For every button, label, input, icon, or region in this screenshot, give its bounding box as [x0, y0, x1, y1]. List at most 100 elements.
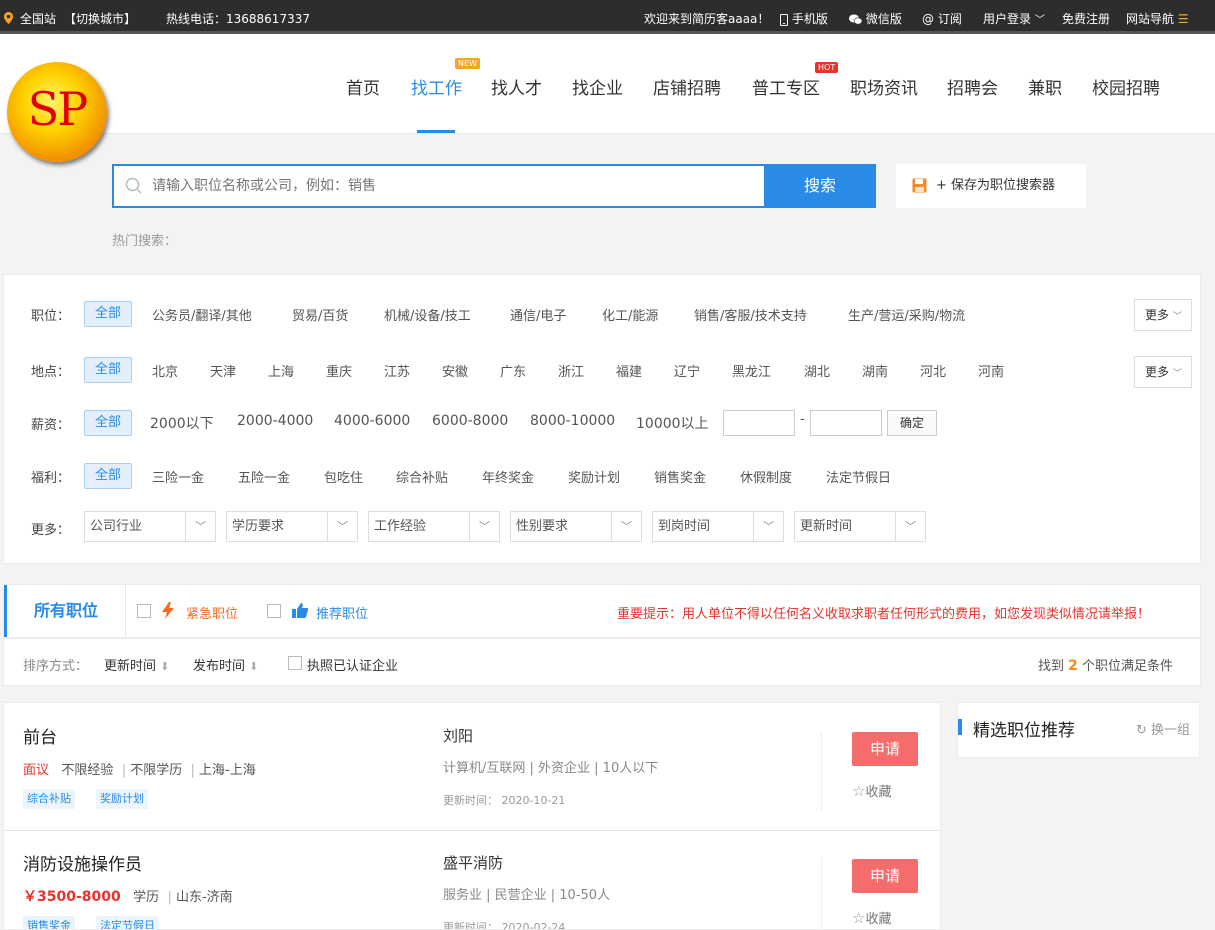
filter-option[interactable]: 通信/电子 — [510, 305, 566, 324]
switch-city-link[interactable]: 【切换城市】 — [64, 10, 136, 27]
filter-option[interactable]: 天津 — [210, 361, 236, 380]
filter-panel: 职位： 全部 公务员/翻译/其他 贸易/百货 机械/设备/技工 通信/电子 化工… — [3, 274, 1201, 564]
filter-option[interactable]: 法定节假日 — [826, 467, 891, 486]
licensed-checkbox[interactable] — [288, 656, 302, 670]
filter-option[interactable]: 黑龙江 — [732, 361, 771, 380]
filter-option[interactable]: 公务员/翻译/其他 — [152, 305, 252, 324]
filter-option[interactable]: 安徽 — [442, 361, 468, 380]
filter-option[interactable]: 奖励计划 — [568, 467, 620, 486]
search-input[interactable] — [152, 166, 762, 206]
nav-find-talent[interactable]: 找人才 — [491, 74, 542, 99]
filter-option[interactable]: 机械/设备/技工 — [384, 305, 471, 324]
update-time-dropdown[interactable]: 更新时间 ﹀ — [794, 511, 926, 542]
education-dropdown[interactable]: 学历要求 ﹀ — [226, 511, 358, 542]
nav-find-company[interactable]: 找企业 — [572, 74, 623, 99]
nav-home[interactable]: 首页 — [346, 74, 380, 99]
job-card[interactable]: 前台 面议 不限经验 | 不限学历 | 上海-上海 综合补贴 奖励计划 刘阳 计… — [4, 703, 940, 831]
update-time: 更新时间： 2020-10-21 — [443, 794, 566, 807]
gender-dropdown[interactable]: 性别要求 ﹀ — [510, 511, 642, 542]
save-search-button[interactable]: + 保存为职位搜索器 — [896, 164, 1086, 208]
site-nav-link[interactable]: 网站导航 ☰ — [1126, 10, 1189, 27]
subscribe-link[interactable]: @ 订阅 — [922, 10, 962, 27]
search-button[interactable]: 搜索 — [764, 164, 876, 208]
recommend-label[interactable]: 推荐职位 — [316, 603, 368, 622]
nav-job-fair[interactable]: 招聘会 — [947, 74, 998, 99]
urgent-checkbox[interactable] — [137, 604, 151, 618]
filter-option[interactable]: 湖北 — [804, 361, 830, 380]
filter-option[interactable]: 贸易/百货 — [292, 305, 348, 324]
filter-option[interactable]: 8000-10000 — [530, 413, 615, 429]
filter-option[interactable]: 化工/能源 — [602, 305, 658, 324]
company-name[interactable]: 刘阳 — [443, 725, 473, 746]
filter-option-selected[interactable]: 全部 — [84, 463, 133, 489]
start-time-dropdown[interactable]: 到岗时间 ﹀ — [652, 511, 784, 542]
filter-option[interactable]: 10000以上 — [636, 413, 709, 433]
nav-campus[interactable]: 校园招聘 — [1092, 74, 1160, 99]
nav-store-recruit[interactable]: 店铺招聘 — [653, 74, 721, 99]
filter-option[interactable]: 综合补贴 — [396, 467, 448, 486]
filter-option[interactable]: 年终奖金 — [482, 467, 534, 486]
favorite-button[interactable]: ☆收藏 — [852, 908, 891, 927]
wechat-link[interactable]: 微信版 — [849, 10, 902, 27]
salary-min-input[interactable] — [723, 410, 795, 436]
job-title[interactable]: 消防设施操作员 — [23, 850, 142, 875]
filter-option[interactable]: 河北 — [920, 361, 946, 380]
job-title[interactable]: 前台 — [23, 723, 57, 748]
job-salary: 面议 — [23, 763, 50, 778]
site-logo[interactable]: SP — [7, 62, 107, 162]
filter-option[interactable]: 2000-4000 — [237, 413, 313, 429]
chevron-down-icon: ﹀ — [611, 512, 641, 541]
filter-option[interactable]: 浙江 — [558, 361, 584, 380]
login-link[interactable]: 用户登录 ﹀ — [983, 10, 1045, 27]
mobile-link[interactable]: 手机版 — [780, 10, 828, 27]
filter-option[interactable]: 休假制度 — [740, 467, 792, 486]
filter-option[interactable]: 湖南 — [862, 361, 888, 380]
filter-option[interactable]: 6000-8000 — [432, 413, 508, 429]
location-pin-icon — [4, 10, 13, 24]
filter-option[interactable]: 三险一金 — [152, 467, 204, 486]
urgent-label[interactable]: 紧急职位 — [186, 603, 238, 622]
sort-publish-time[interactable]: 发布时间 ⬇ — [193, 655, 258, 674]
filter-option[interactable]: 重庆 — [326, 361, 352, 380]
filter-option[interactable]: 五险一金 — [238, 467, 290, 486]
job-card[interactable]: 消防设施操作员 ￥3500-8000 学历 | 山东-济南 销售奖金 法定节假日… — [4, 830, 940, 929]
register-link[interactable]: 免费注册 — [1062, 10, 1110, 27]
sort-update-time[interactable]: 更新时间 ⬇ — [104, 655, 169, 674]
industry-dropdown[interactable]: 公司行业 ﹀ — [84, 511, 216, 542]
tab-all-jobs[interactable]: 所有职位 — [4, 585, 126, 637]
filter-option-selected[interactable]: 全部 — [84, 357, 133, 383]
filter-option-selected[interactable]: 全部 — [84, 410, 133, 436]
filter-option[interactable]: 生产/营运/采购/物流 — [848, 305, 965, 324]
filter-option[interactable]: 江苏 — [384, 361, 410, 380]
nav-general-labor[interactable]: 普工专区 — [752, 74, 820, 99]
nav-find-job[interactable]: 找工作 — [411, 74, 462, 99]
refresh-icon: ↻ — [1136, 723, 1147, 738]
filter-option[interactable]: 销售奖金 — [654, 467, 706, 486]
nav-career-news[interactable]: 职场资讯 — [850, 74, 918, 99]
recommend-checkbox[interactable] — [267, 604, 281, 618]
filter-option[interactable]: 广东 — [500, 361, 526, 380]
experience-dropdown[interactable]: 工作经验 ﹀ — [368, 511, 500, 542]
salary-confirm-button[interactable]: 确定 — [887, 410, 937, 436]
favorite-button[interactable]: ☆收藏 — [852, 781, 891, 800]
nav-part-time[interactable]: 兼职 — [1028, 74, 1062, 99]
filter-option[interactable]: 包吃住 — [324, 467, 363, 486]
filter-option[interactable]: 2000以下 — [150, 413, 214, 433]
position-more-button[interactable]: 更多 ﹀ — [1134, 299, 1192, 331]
licensed-label[interactable]: 执照已认证企业 — [307, 655, 398, 674]
filter-option[interactable]: 北京 — [152, 361, 178, 380]
location-more-button[interactable]: 更多 ﹀ — [1134, 356, 1192, 388]
apply-button[interactable]: 申请 — [852, 859, 918, 893]
filter-option[interactable]: 上海 — [268, 361, 294, 380]
job-experience: 不限经验 — [61, 763, 114, 778]
filter-option[interactable]: 河南 — [978, 361, 1004, 380]
filter-option[interactable]: 福建 — [616, 361, 642, 380]
refresh-button[interactable]: ↻ 换一组 — [1136, 719, 1190, 738]
filter-option[interactable]: 销售/客服/技术支持 — [694, 305, 807, 324]
filter-option-selected[interactable]: 全部 — [84, 301, 133, 327]
company-name[interactable]: 盛平消防 — [443, 852, 503, 873]
salary-max-input[interactable] — [810, 410, 882, 436]
filter-option[interactable]: 4000-6000 — [334, 413, 410, 429]
filter-option[interactable]: 辽宁 — [674, 361, 700, 380]
apply-button[interactable]: 申请 — [852, 732, 918, 766]
